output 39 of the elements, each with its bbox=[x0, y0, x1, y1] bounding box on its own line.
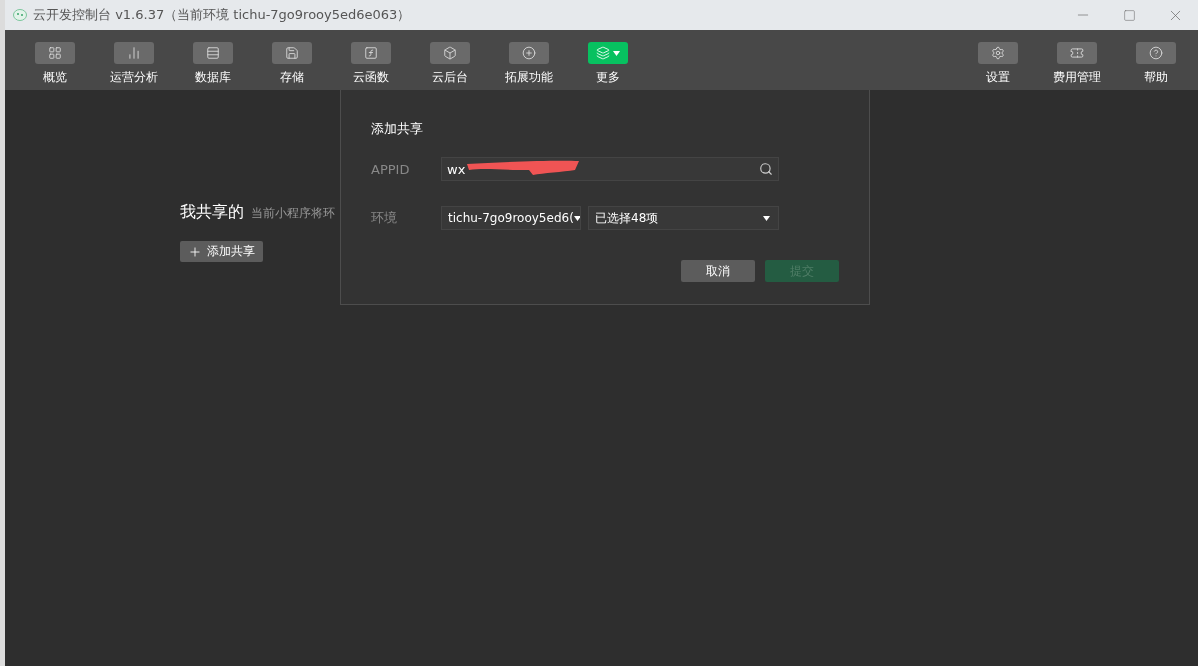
section-title: 我共享的 bbox=[180, 202, 244, 223]
search-icon[interactable] bbox=[759, 162, 773, 176]
toolbar-button[interactable]: 费用管理 bbox=[1037, 30, 1116, 90]
field-label: 环境 bbox=[371, 209, 398, 227]
toolbar-button[interactable]: 设置 bbox=[958, 30, 1037, 90]
app-logo-icon bbox=[13, 9, 27, 21]
caret-icon bbox=[612, 50, 620, 56]
dialog-title: 添加共享 bbox=[371, 120, 424, 138]
toolbar-button[interactable]: 存储 bbox=[252, 30, 331, 90]
toolbar-button[interactable]: 拓展功能 bbox=[489, 30, 568, 90]
toolbar-button[interactable]: 帮助 bbox=[1116, 30, 1195, 90]
settings-icon bbox=[990, 46, 1005, 60]
grid-icon bbox=[47, 46, 62, 60]
ticket-icon bbox=[1069, 46, 1084, 60]
layers-icon bbox=[595, 46, 610, 60]
plus-icon bbox=[521, 46, 536, 60]
maximize-icon[interactable] bbox=[1122, 8, 1136, 22]
resource-select[interactable]: 已选择48项 bbox=[588, 206, 779, 230]
toolbar-button[interactable]: 更多 bbox=[568, 30, 647, 90]
toolbar-button[interactable]: 云后台 bbox=[410, 30, 489, 90]
toolbar-button[interactable]: 运营分析 bbox=[94, 30, 173, 90]
toolbar-button[interactable]: 云函数 bbox=[331, 30, 410, 90]
field-label: APPID bbox=[371, 161, 411, 177]
caret-icon bbox=[763, 215, 770, 221]
toolbar-button[interactable]: 数据库 bbox=[173, 30, 252, 90]
cube-icon bbox=[442, 46, 457, 60]
function-icon bbox=[363, 46, 378, 60]
section-description: 当前小程序将环 bbox=[251, 205, 335, 222]
plus-icon bbox=[188, 244, 202, 259]
save-icon bbox=[284, 46, 299, 60]
cancel-button[interactable]: 取消 bbox=[681, 260, 755, 282]
caret-icon bbox=[573, 215, 580, 221]
toolbar-button[interactable]: 概览 bbox=[15, 30, 94, 90]
list-icon bbox=[205, 46, 220, 60]
add-share-button[interactable]: 添加共享 bbox=[180, 241, 263, 262]
bar-chart-icon bbox=[126, 46, 141, 60]
window-title: 云开发控制台 v1.6.37（当前环境 tichu-7go9rooy5ed6e063） bbox=[33, 6, 412, 24]
help-icon bbox=[1148, 46, 1163, 60]
environment-select[interactable]: tichu-7go9rooy5ed6( bbox=[441, 206, 581, 230]
